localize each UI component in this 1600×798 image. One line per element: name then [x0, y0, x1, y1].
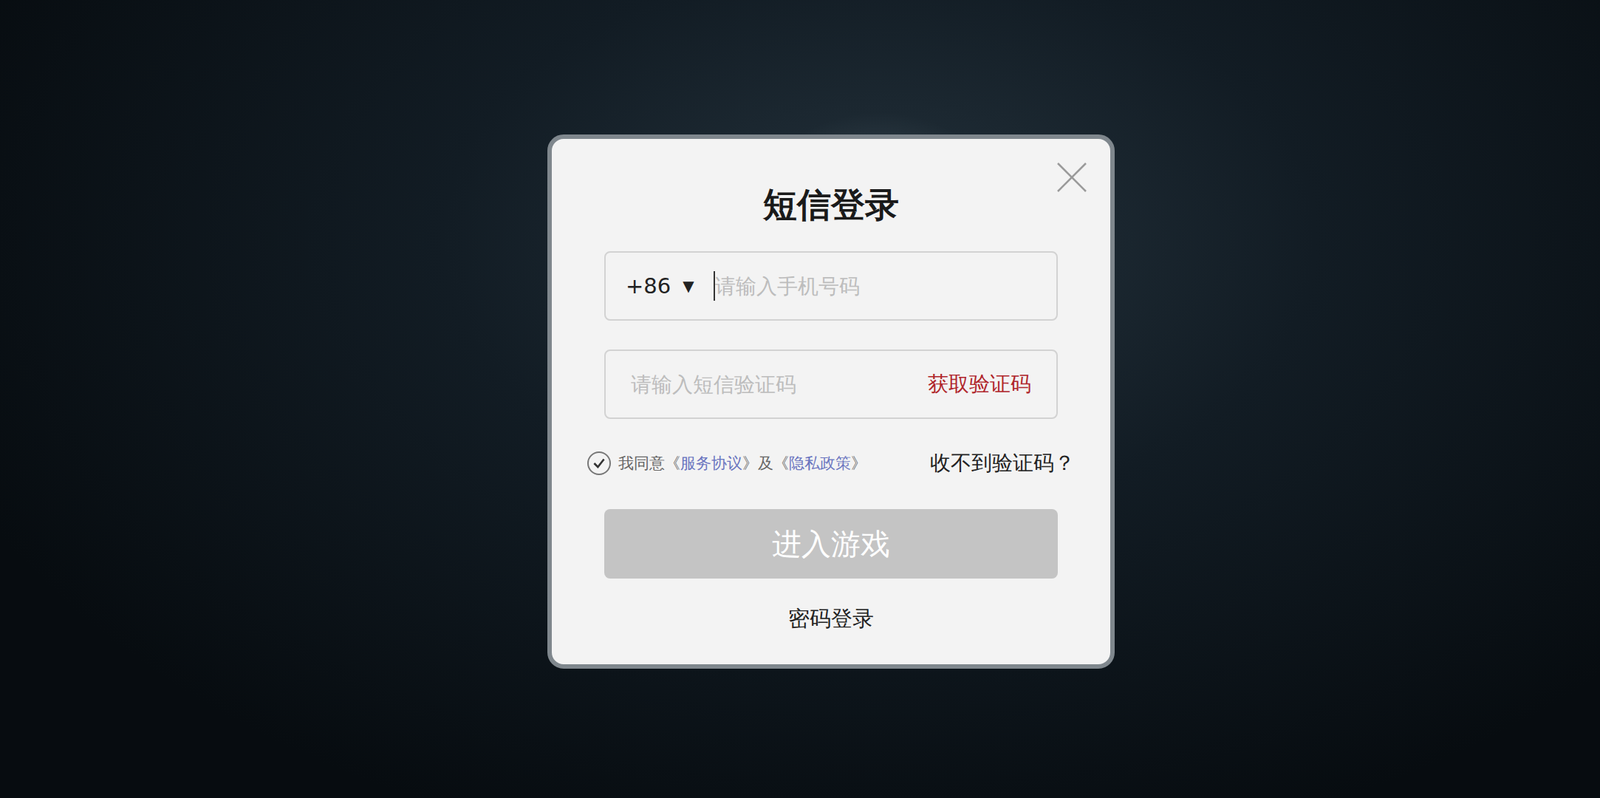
password-login-link[interactable]: 密码登录 — [788, 603, 874, 634]
bracket-close: 》 — [850, 452, 867, 474]
login-dialog: 短信登录+86▼获取验证码我同意《服务协议》及《隐私政策》收不到验证码？进入游戏… — [547, 134, 1115, 669]
dialog-title: 短信登录 — [763, 183, 899, 226]
phone-field[interactable]: +86 ▼ — [604, 251, 1058, 321]
agreement-prefix: 我同意 — [618, 452, 665, 474]
agreement-joiner: 及 — [757, 452, 774, 474]
close-icon[interactable] — [1055, 161, 1089, 194]
sms-code-field[interactable]: 获取验证码 — [604, 349, 1058, 419]
agreement: 我同意《服务协议》及《隐私政策》 — [587, 451, 867, 475]
check-icon — [590, 455, 608, 472]
bracket-close: 》 — [742, 452, 758, 474]
agreement-link[interactable]: 隐私政策 — [788, 452, 851, 474]
sms-code-input[interactable] — [630, 372, 919, 397]
login-scene: 短信登录+86▼获取验证码我同意《服务协议》及《隐私政策》收不到验证码？进入游戏… — [0, 0, 1600, 798]
help-link[interactable]: 收不到验证码？ — [930, 449, 1075, 478]
bracket-open: 《 — [773, 452, 789, 474]
get-code-button[interactable]: 获取验证码 — [927, 370, 1032, 399]
enter-game-button[interactable]: 进入游戏 — [604, 508, 1058, 579]
agreement-link[interactable]: 服务协议 — [680, 452, 743, 474]
dropdown-icon[interactable]: ▼ — [682, 277, 694, 295]
country-code[interactable]: +86 — [625, 273, 671, 299]
phone-input[interactable] — [715, 274, 1032, 299]
agreement-row: 我同意《服务协议》及《隐私政策》收不到验证码？ — [587, 449, 1075, 478]
bracket-open: 《 — [664, 452, 681, 474]
agree-checkbox[interactable] — [587, 451, 611, 475]
